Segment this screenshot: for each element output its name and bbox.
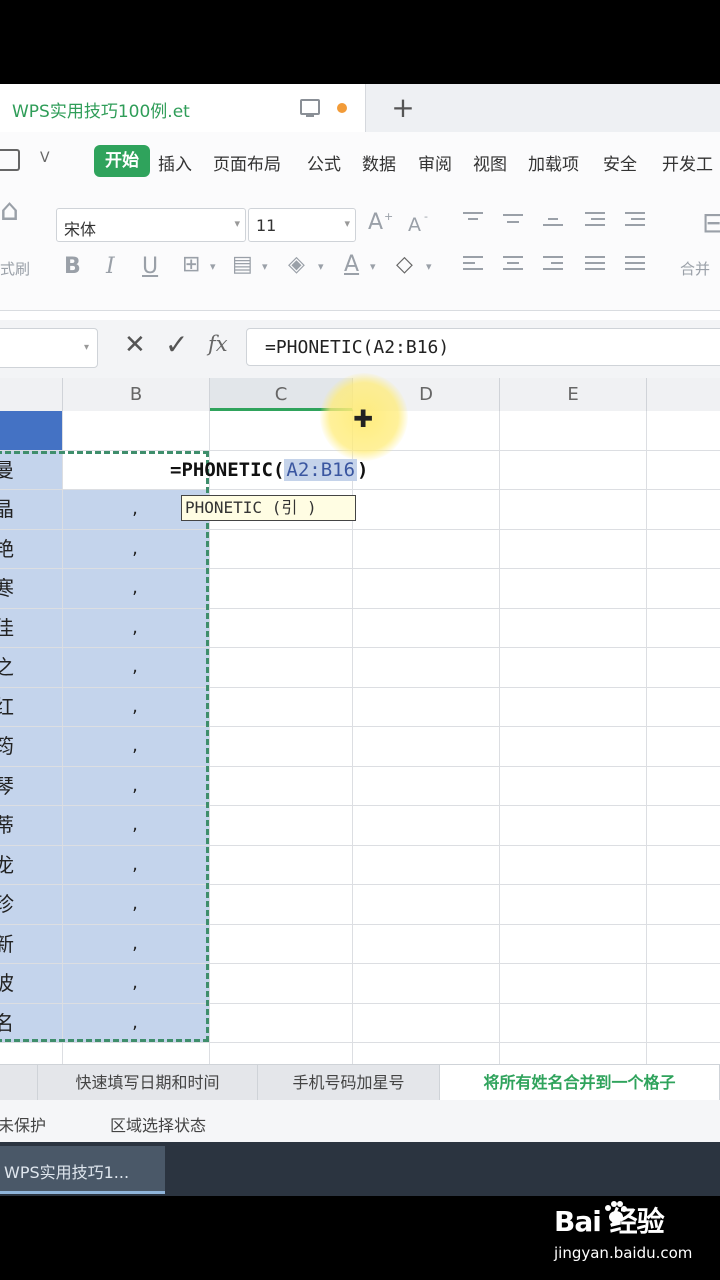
chevron-down-icon: ▾ xyxy=(234,217,240,230)
align-bottom-icon[interactable] xyxy=(543,212,563,230)
chevron-down-icon[interactable]: ▾ xyxy=(262,260,268,273)
sheet-tabs: 快速填写日期和时间 手机号码加星号 将所有姓名合并到一个格子 xyxy=(0,1064,720,1101)
os-taskbar: WPS实用技巧1... xyxy=(0,1142,720,1196)
column-header-a[interactable] xyxy=(0,378,63,411)
menu-security[interactable]: 安全 xyxy=(603,150,637,175)
align-left-icon[interactable] xyxy=(463,256,483,274)
font-size-select[interactable]: 11 ▾ xyxy=(248,208,356,242)
new-tab-button[interactable]: + xyxy=(388,90,418,126)
taskbar-wps-item[interactable]: WPS实用技巧1... xyxy=(0,1146,165,1194)
menu-home[interactable]: 开始 xyxy=(94,145,150,177)
italic-button[interactable]: I xyxy=(106,254,115,280)
document-tab[interactable]: WPS实用技巧100例.et xyxy=(0,84,366,132)
chevron-down-icon: ▾ xyxy=(344,217,350,230)
title-bar: WPS实用技巧100例.et + xyxy=(0,84,720,133)
font-name-select[interactable]: 宋体 ▾ xyxy=(56,208,246,242)
paw-icon xyxy=(605,1201,627,1223)
formula-input[interactable]: =PHONETIC(A2:B16) xyxy=(246,328,720,366)
sheet-tab-phone-mask[interactable]: 手机号码加星号 xyxy=(258,1065,440,1101)
monitor-icon[interactable] xyxy=(300,99,320,117)
sheet-tab-merge-names[interactable]: 将所有姓名合并到一个格子 xyxy=(440,1065,720,1101)
distribute-icon[interactable] xyxy=(625,256,645,274)
spreadsheet-grid[interactable]: 曼 晶 艳 寒 佳 之 红 筠 琴 蒂 龙 珍 新 波 名 , , , , , … xyxy=(0,373,720,1068)
menu-bar: ᐯ 开始 插入 页面布局 公式 数据 审阅 视图 加载项 安全 开发工 xyxy=(0,132,720,190)
menu-developer[interactable]: 开发工 xyxy=(662,150,713,175)
status-bar: 未保护 区域选择状态 xyxy=(0,1100,720,1142)
grow-font-icon[interactable]: A xyxy=(368,210,383,236)
align-middle-icon[interactable] xyxy=(503,212,523,230)
wps-window: WPS实用技巧100例.et + ᐯ 开始 插入 页面布局 公式 数据 审阅 视… xyxy=(0,84,720,1196)
protection-status[interactable]: 未保护 xyxy=(0,1112,46,1136)
chevron-down-icon[interactable]: ▾ xyxy=(370,260,376,273)
ribbon-toolbar: ⌂ 式刷 宋体 ▾ 11 ▾ A + A - B I U ⊞ ▾ ▤ ▾ ◈ ▾… xyxy=(0,190,720,311)
column-header-b[interactable]: B xyxy=(63,378,210,411)
font-size-value: 11 xyxy=(256,216,277,235)
menu-data[interactable]: 数据 xyxy=(362,150,396,175)
font-name-value: 宋体 xyxy=(64,220,97,239)
font-color-icon[interactable]: A xyxy=(344,252,359,278)
merge-cells-icon[interactable]: ⊟ xyxy=(702,209,720,237)
border-icon[interactable]: ⊞ xyxy=(182,252,200,278)
bold-button[interactable]: B xyxy=(64,254,81,280)
menu-insert[interactable]: 插入 xyxy=(158,150,192,175)
document-title: WPS实用技巧100例.et xyxy=(12,102,190,122)
align-center-icon[interactable] xyxy=(503,256,523,274)
chevron-down-icon[interactable]: ▾ xyxy=(426,260,432,273)
insert-function-icon[interactable]: fx xyxy=(208,332,228,356)
format-painter-icon[interactable]: ⌂ xyxy=(0,196,19,226)
chevron-down-icon[interactable]: ▾ xyxy=(318,260,324,273)
menu-page-layout[interactable]: 页面布局 xyxy=(213,150,281,175)
edit-prefix: =PHONETIC( xyxy=(170,459,285,481)
align-top-icon[interactable] xyxy=(463,212,483,230)
chevron-down-icon[interactable]: ▾ xyxy=(84,342,89,353)
column-header-f[interactable] xyxy=(647,378,720,411)
edit-range-reference: A2:B16 xyxy=(284,459,358,481)
merge-cells-label[interactable]: 合并 xyxy=(680,258,710,279)
cancel-icon[interactable]: ✕ xyxy=(124,330,146,360)
edit-suffix: ) xyxy=(357,459,369,481)
grow-plus-icon: + xyxy=(384,210,394,223)
underline-button[interactable]: U xyxy=(142,254,158,280)
shrink-minus-icon: - xyxy=(424,210,428,223)
selection-mode-status[interactable]: 区域选择状态 xyxy=(110,1112,206,1136)
save-icon[interactable] xyxy=(0,149,20,171)
format-painter-label[interactable]: 式刷 xyxy=(0,258,30,279)
formula-text: =PHONETIC(A2:B16) xyxy=(265,337,450,358)
chevron-down-icon[interactable]: ᐯ xyxy=(40,150,50,166)
column-header-e[interactable]: E xyxy=(500,378,647,411)
menu-addins[interactable]: 加载项 xyxy=(528,150,579,175)
indent-increase-icon[interactable] xyxy=(625,212,645,230)
menu-review[interactable]: 审阅 xyxy=(418,150,452,175)
align-right-icon[interactable] xyxy=(543,256,563,274)
shrink-font-icon[interactable]: A xyxy=(408,212,421,238)
sheet-tab-prev[interactable] xyxy=(0,1065,38,1101)
watermark-url: jingyan.baidu.com xyxy=(554,1244,693,1262)
menu-view[interactable]: 视图 xyxy=(473,150,507,175)
sheet-tab-date-time[interactable]: 快速填写日期和时间 xyxy=(38,1065,258,1101)
eraser-icon[interactable]: ◇ xyxy=(396,252,413,278)
justify-icon[interactable] xyxy=(585,256,605,274)
menu-formulas[interactable]: 公式 xyxy=(307,150,341,175)
cell-c2-editor[interactable]: =PHONETIC(A2:B16) xyxy=(170,453,368,487)
fill-color-icon[interactable]: ◈ xyxy=(288,252,305,278)
confirm-icon[interactable]: ✓ xyxy=(165,328,188,361)
marching-ants-border xyxy=(0,451,209,1042)
formula-bar: ▾ ✕ ✓ fx =PHONETIC(A2:B16) xyxy=(0,320,720,378)
cell-cursor-icon: ✚ xyxy=(353,405,374,433)
function-tooltip: PHONETIC (引 ) xyxy=(181,495,356,521)
indent-decrease-icon[interactable] xyxy=(585,212,605,230)
unsaved-dot-icon xyxy=(337,103,347,113)
cell-a1[interactable] xyxy=(0,411,62,450)
taskbar-item-label: WPS实用技巧1... xyxy=(4,1163,130,1182)
baidu-jingyan-watermark: Bai 经验 jingyan.baidu.com xyxy=(554,1200,714,1270)
chevron-down-icon[interactable]: ▾ xyxy=(210,260,216,273)
cell-style-icon[interactable]: ▤ xyxy=(232,252,253,278)
